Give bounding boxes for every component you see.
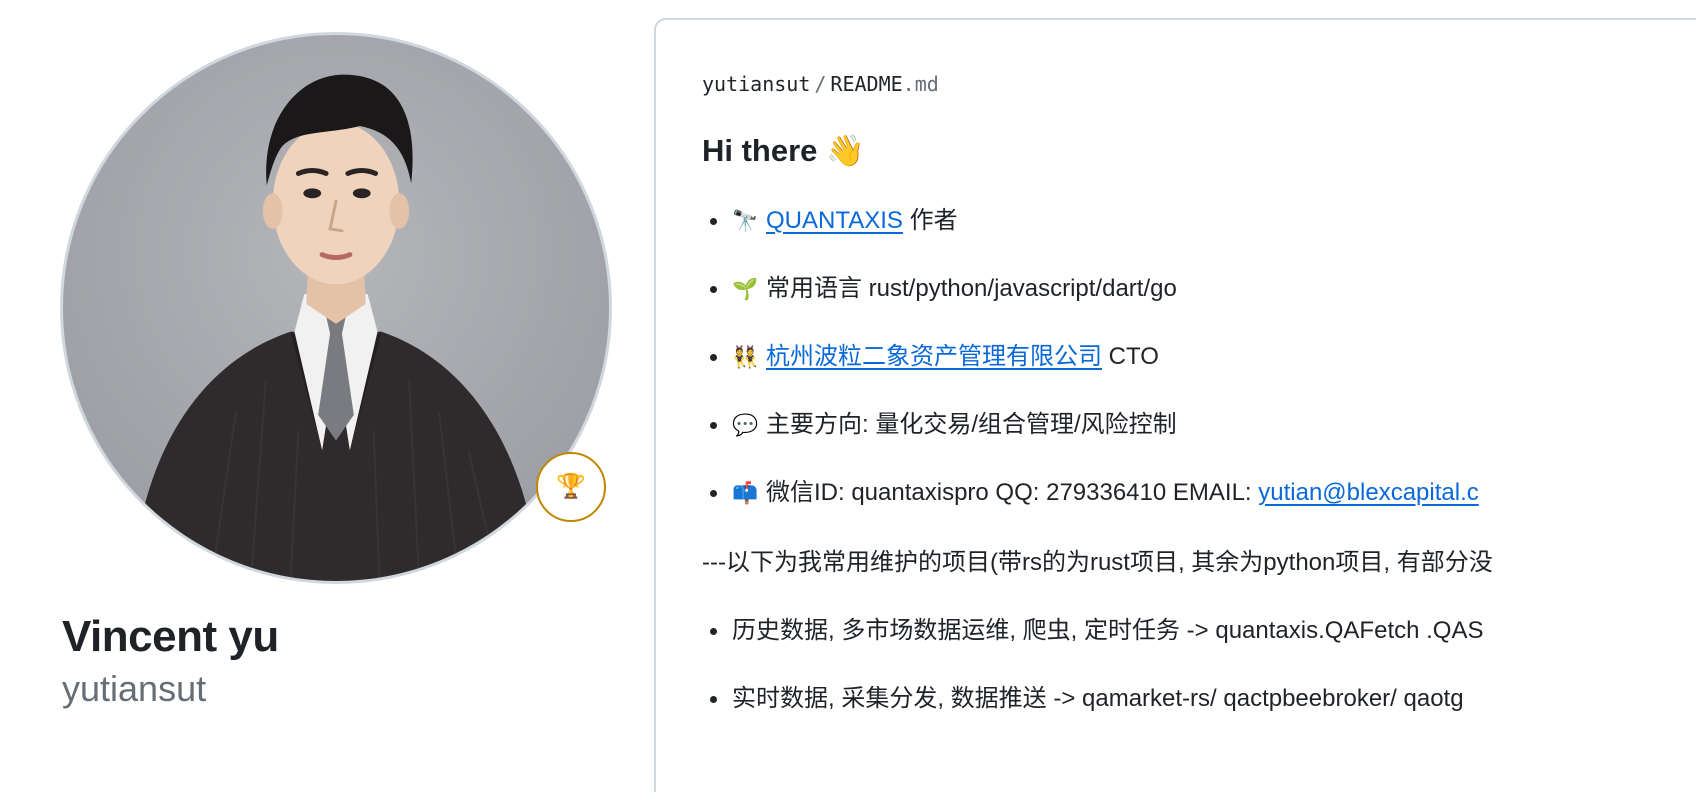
projects-intro: ---以下为我常用维护的项目(带rs的为rust项目, 其余为python项目,…: [702, 549, 1493, 576]
readme-file-link[interactable]: README.md: [830, 72, 938, 96]
list-item: 👯 杭州波粒二象资产管理有限公司 CTO: [710, 340, 1159, 374]
seedling-icon: 🌱: [732, 278, 759, 301]
speech-bubble-icon: 💬: [732, 414, 759, 437]
company-link[interactable]: 杭州波粒二象资产管理有限公司: [766, 343, 1102, 370]
list-item-text: 主要方向: 量化交易/组合管理/风险控制: [766, 411, 1177, 438]
readme-card: yutiansut / README.md Hi there 👋 🔭 QUANTAXI…: [654, 18, 1696, 792]
profile-username: yutiansut: [62, 668, 207, 709]
project-list-item: 历史数据, 多市场数据运维, 爬虫, 定时任务 -> quantaxis.QAF…: [709, 614, 1484, 648]
list-item-text: 作者: [902, 207, 958, 234]
telescope-icon: 🔭: [732, 210, 759, 233]
trophy-icon: 🏆: [556, 473, 586, 500]
quantaxis-link[interactable]: QUANTAXIS: [766, 207, 903, 234]
project-list-item: 实时数据, 采集分发, 数据推送 -> qamarket-rs/ qactpbe…: [710, 682, 1464, 716]
list-item-text: 微信ID: quantaxispro QQ: 279336410 EMAIL:: [766, 479, 1259, 506]
list-item: 🔭 QUANTAXIS 作者: [710, 204, 958, 238]
list-item-text: CTO: [1102, 343, 1159, 370]
mailbox-icon: 📫: [732, 482, 759, 505]
project-text: 历史数据, 多市场数据运维, 爬虫, 定时任务 -> quantaxis.QAF…: [732, 617, 1484, 644]
profile-full-name: Vincent yu: [62, 612, 279, 661]
people-icon: 👯: [732, 346, 759, 369]
readme-heading: Hi there 👋: [702, 133, 865, 168]
readme-file-base: README: [830, 72, 903, 96]
list-item-text: 常用语言 rust/python/javascript/dart/go: [766, 275, 1177, 302]
avatar-portrait-image: [132, 74, 540, 581]
achievement-badge[interactable]: 🏆: [536, 452, 606, 522]
project-text: 实时数据, 采集分发, 数据推送 -> qamarket-rs/ qactpbe…: [732, 685, 1464, 712]
profile-sidebar: 🏆 Vincent yu yutiansut: [0, 0, 640, 792]
readme-file-ext: .md: [902, 72, 939, 96]
readme-owner-link[interactable]: yutiansut: [702, 72, 810, 96]
path-separator: /: [814, 72, 827, 96]
avatar[interactable]: [60, 32, 612, 584]
list-item: 🌱 常用语言 rust/python/javascript/dart/go: [710, 272, 1177, 306]
list-item: 💬 主要方向: 量化交易/组合管理/风险控制: [710, 408, 1177, 442]
readme-path: yutiansut / README.md: [702, 72, 939, 96]
email-link[interactable]: yutian@blexcapital.c: [1258, 479, 1478, 506]
list-item: 📫 微信ID: quantaxispro QQ: 279336410 EMAIL:…: [710, 476, 1479, 510]
